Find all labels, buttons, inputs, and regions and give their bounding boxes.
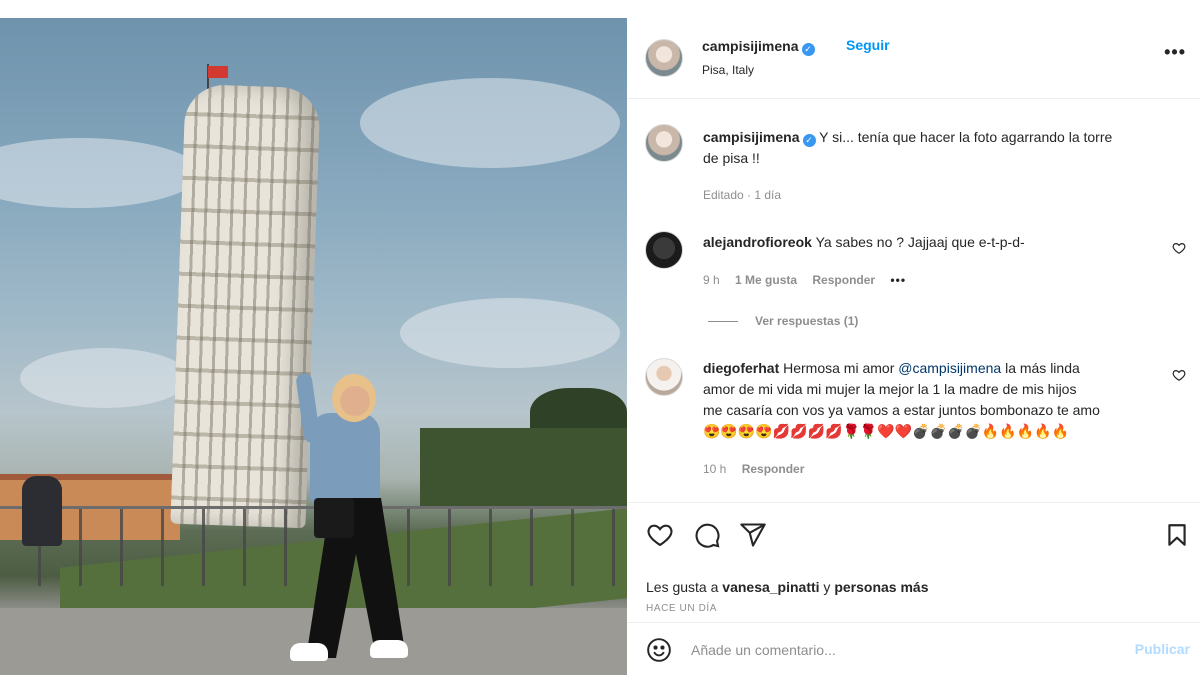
more-options-icon[interactable]: •••	[1164, 42, 1186, 63]
comment-text: alejandrofioreok Ya sabes no ? Jajjaaj q…	[703, 232, 1173, 253]
shoe	[290, 643, 328, 661]
reply-button[interactable]: Responder	[742, 462, 805, 476]
follow-button[interactable]: Seguir	[846, 37, 890, 53]
comment-emojis: 😍😍😍😍💋💋💋💋🌹🌹❤️❤️💣💣💣💣🔥🔥🔥🔥🔥	[703, 423, 1070, 439]
commenter-avatar[interactable]	[645, 358, 683, 396]
caption-username[interactable]: campisijimena	[703, 129, 800, 145]
mention-link[interactable]: @campisijimena	[898, 360, 1001, 376]
comment-body: Hermosa mi amor	[783, 360, 899, 376]
comment-body: la más linda	[1001, 360, 1080, 376]
hedge	[420, 428, 627, 508]
author-row: campisijimena ✓	[702, 38, 815, 56]
commenter-avatar[interactable]	[645, 231, 683, 269]
tower-columns	[170, 83, 321, 529]
view-replies-button[interactable]: Ver respuestas (1)	[755, 314, 858, 328]
comment-text: diegoferhat Hermosa mi amor @campisijime…	[703, 358, 1173, 442]
comment-time: 10 h	[703, 462, 727, 476]
comment-options-icon[interactable]: •••	[890, 273, 906, 287]
caption-text: campisijimena ✓ Y si... tenía que hacer l…	[703, 127, 1183, 169]
comment-username[interactable]: alejandrofioreok	[703, 234, 812, 250]
share-icon[interactable]	[739, 521, 767, 554]
comment-username[interactable]: diegoferhat	[703, 360, 779, 376]
verified-badge-icon: ✓	[802, 134, 816, 147]
author-username[interactable]: campisijimena	[702, 38, 799, 54]
comment-meta: 10 h Responder	[703, 462, 804, 476]
person-face	[340, 386, 370, 416]
emoji-icon[interactable]	[646, 637, 672, 668]
replies-divider	[708, 321, 738, 322]
comment-input[interactable]	[691, 635, 1111, 665]
cloud	[20, 348, 190, 408]
post-photo[interactable]	[0, 18, 627, 675]
author-avatar[interactable]	[645, 39, 683, 77]
leaning-tower	[170, 83, 321, 529]
verified-badge-icon: ✓	[801, 43, 815, 56]
caption-line2: de pisa !!	[703, 150, 760, 166]
comment-body: Ya sabes no ? Jajjaaj que e-t-p-d-	[815, 234, 1025, 250]
caption-avatar[interactable]	[645, 124, 683, 162]
comment-likes[interactable]: 1 Me gusta	[735, 273, 797, 287]
likes-summary: Les gusta a vanesa_pinatti y personas má…	[646, 579, 929, 595]
handbag	[314, 498, 354, 538]
likes-user-link[interactable]: vanesa_pinatti	[722, 579, 819, 595]
post-location[interactable]: Pisa, Italy	[702, 63, 754, 77]
comment-line2: amor de mi vida mi mujer la mejor la 1 l…	[703, 381, 1077, 397]
comment-line3: me casaría con vos ya vamos a estar junt…	[703, 402, 1100, 418]
comment-bar: Publicar	[627, 622, 1200, 675]
comment-time: 9 h	[703, 273, 720, 287]
comment-like-heart-icon[interactable]	[1172, 241, 1186, 258]
heart-icon[interactable]	[646, 521, 674, 554]
caption-line1: Y si... tenía que hacer la foto agarrand…	[819, 129, 1113, 145]
post-time-ago[interactable]: HACE UN DÍA	[646, 603, 717, 614]
comment-meta: 9 h 1 Me gusta Responder •••	[703, 273, 906, 287]
comment-icon[interactable]	[693, 521, 721, 554]
bystander	[22, 476, 62, 546]
likes-mid: y	[819, 579, 835, 595]
cloud	[360, 78, 620, 168]
caption-meta: Editado · 1 día	[703, 188, 782, 202]
post-actions: Les gusta a vanesa_pinatti y personas má…	[627, 502, 1200, 675]
cloud	[0, 138, 200, 208]
publish-button[interactable]: Publicar	[1135, 641, 1190, 657]
reply-button[interactable]: Responder	[812, 273, 875, 287]
likes-others-link[interactable]: personas más	[834, 579, 928, 595]
bookmark-icon[interactable]	[1164, 521, 1190, 554]
comment-like-heart-icon[interactable]	[1172, 368, 1186, 385]
cloud	[400, 298, 620, 368]
likes-prefix: Les gusta a	[646, 579, 723, 595]
person-jacket	[310, 413, 380, 503]
post-details-panel: campisijimena ✓ Seguir Pisa, Italy ••• ca…	[627, 18, 1200, 675]
flag	[208, 66, 228, 78]
post-header: campisijimena ✓ Seguir Pisa, Italy •••	[627, 18, 1200, 99]
shoe	[370, 640, 408, 658]
